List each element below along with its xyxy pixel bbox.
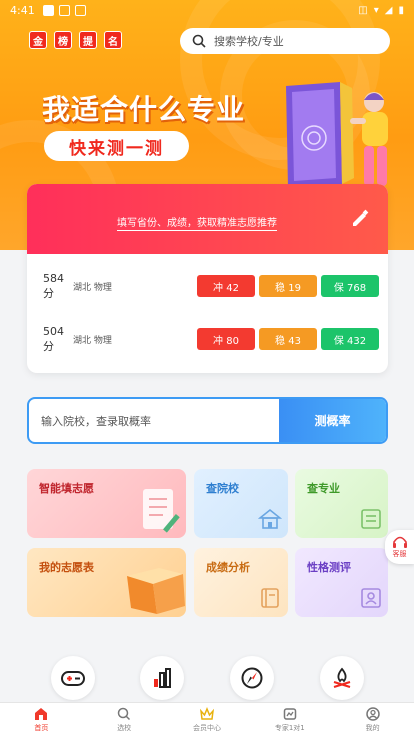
smart-fill-tile[interactable]: 智能填志愿 — [27, 469, 186, 538]
score-hint[interactable]: 填写省份、成绩，获取精准志愿推荐 — [117, 214, 277, 231]
score-row[interactable]: 504分 湖北 物理 冲 80 稳 43 保 432 — [27, 324, 388, 353]
bar-chart-icon — [154, 668, 171, 688]
edit-icon[interactable] — [350, 209, 370, 229]
notification-icon — [42, 4, 54, 16]
service-label: 客服 — [392, 550, 407, 558]
tab-label: 首页 — [34, 723, 49, 732]
logo-char: 金 — [29, 31, 47, 49]
logo-char: 榜 — [54, 31, 72, 49]
bottom-tab-bar: 首页 选校 会员中心 专家1对1 我的 — [0, 702, 414, 736]
folder-icon — [127, 568, 185, 614]
document-icon — [143, 489, 180, 533]
score-info: 湖北 物理 — [73, 282, 112, 293]
score-analysis-tile[interactable]: 成绩分析 — [194, 548, 288, 617]
tile-label: 查专业 — [307, 482, 340, 495]
list-icon — [361, 509, 381, 529]
logo-char: 提 — [79, 31, 97, 49]
gamepad-icon — [61, 671, 85, 686]
score-card-header[interactable]: 填写省份、成绩，获取精准志愿推荐 — [27, 184, 388, 254]
quick-entry-game[interactable] — [51, 656, 95, 700]
find-school-tile[interactable]: 查院校 — [194, 469, 288, 538]
battery-icon: ▮ — [398, 4, 404, 16]
tab-mine[interactable]: 我的 — [331, 703, 414, 736]
search-placeholder: 搜索学校/专业 — [214, 35, 284, 48]
app-logo: 金 榜 提 名 — [29, 31, 122, 49]
tile-label: 性格测评 — [307, 561, 351, 574]
status-time: 4:41 — [10, 3, 35, 17]
hero-title: 我适合什么专业 — [42, 93, 246, 126]
headset-icon — [392, 536, 407, 548]
probability-query: 输入院校，查录取概率 测概率 — [27, 397, 388, 444]
notification-icon — [58, 4, 70, 16]
score-value: 584分 — [43, 271, 64, 300]
school-input[interactable]: 输入院校，查录取概率 — [29, 399, 279, 442]
tile-label: 智能填志愿 — [39, 482, 94, 495]
find-major-tile[interactable]: 查专业 — [295, 469, 388, 538]
quick-entry-campfire[interactable] — [320, 656, 364, 700]
wifi-icon: ▾ — [373, 4, 379, 16]
score-row[interactable]: 584分 湖北 物理 冲 42 稳 19 保 768 — [27, 271, 388, 300]
bao-button[interactable]: 保 432 — [321, 328, 379, 350]
quick-entry-compass[interactable] — [230, 656, 274, 700]
signal-icon: ◢ — [384, 4, 393, 16]
tab-home[interactable]: 首页 — [0, 703, 83, 736]
chong-button[interactable]: 冲 42 — [197, 275, 255, 297]
score-card: 填写省份、成绩，获取精准志愿推荐 584分 湖北 物理 冲 42 稳 19 保 … — [27, 184, 388, 373]
door-illustration — [286, 82, 388, 188]
book-icon — [261, 588, 279, 608]
tile-label: 查院校 — [206, 482, 239, 495]
logo-char: 名 — [104, 31, 122, 49]
bao-button[interactable]: 保 768 — [321, 275, 379, 297]
score-info: 湖北 物理 — [73, 335, 112, 346]
tile-label: 成绩分析 — [206, 561, 250, 574]
user-icon — [365, 706, 380, 721]
tab-expert[interactable]: 专家1对1 — [248, 703, 331, 736]
customer-service-button[interactable]: 客服 — [385, 530, 414, 564]
tile-label: 我的志愿表 — [39, 561, 94, 574]
personality-test-tile[interactable]: 性格测评 — [295, 548, 388, 617]
wen-button[interactable]: 稳 43 — [259, 328, 317, 350]
notification-icon — [74, 4, 86, 16]
probability-button[interactable]: 测概率 — [279, 399, 386, 442]
campfire-icon — [333, 667, 351, 689]
school-icon — [258, 508, 282, 529]
tab-label: 专家1对1 — [274, 723, 305, 732]
status-bar: 4:41 ◫ ▾ ◢ ▮ — [0, 0, 414, 20]
expert-icon — [283, 707, 297, 720]
tab-member-center[interactable]: 会员中心 — [166, 703, 249, 736]
search-icon — [192, 34, 206, 48]
compass-icon — [241, 667, 263, 689]
tab-label: 我的 — [365, 723, 380, 732]
profile-card-icon — [361, 588, 381, 608]
quick-entry-row — [0, 656, 414, 700]
my-volunteer-tile[interactable]: 我的志愿表 — [27, 548, 186, 617]
home-icon — [35, 707, 48, 720]
tab-label: 会员中心 — [192, 723, 221, 732]
vibrate-icon: ◫ — [358, 4, 368, 16]
hero-cta-button[interactable]: 快来测一测 — [44, 131, 189, 161]
score-value: 504分 — [43, 324, 64, 353]
tab-select-school[interactable]: 选校 — [83, 703, 166, 736]
chong-button[interactable]: 冲 80 — [197, 328, 255, 350]
search-input[interactable]: 搜索学校/专业 — [180, 28, 390, 54]
quick-entry-chart[interactable] — [140, 656, 184, 700]
search-icon — [117, 707, 131, 720]
crown-icon — [199, 706, 214, 720]
tab-label: 选校 — [117, 723, 132, 732]
wen-button[interactable]: 稳 19 — [259, 275, 317, 297]
